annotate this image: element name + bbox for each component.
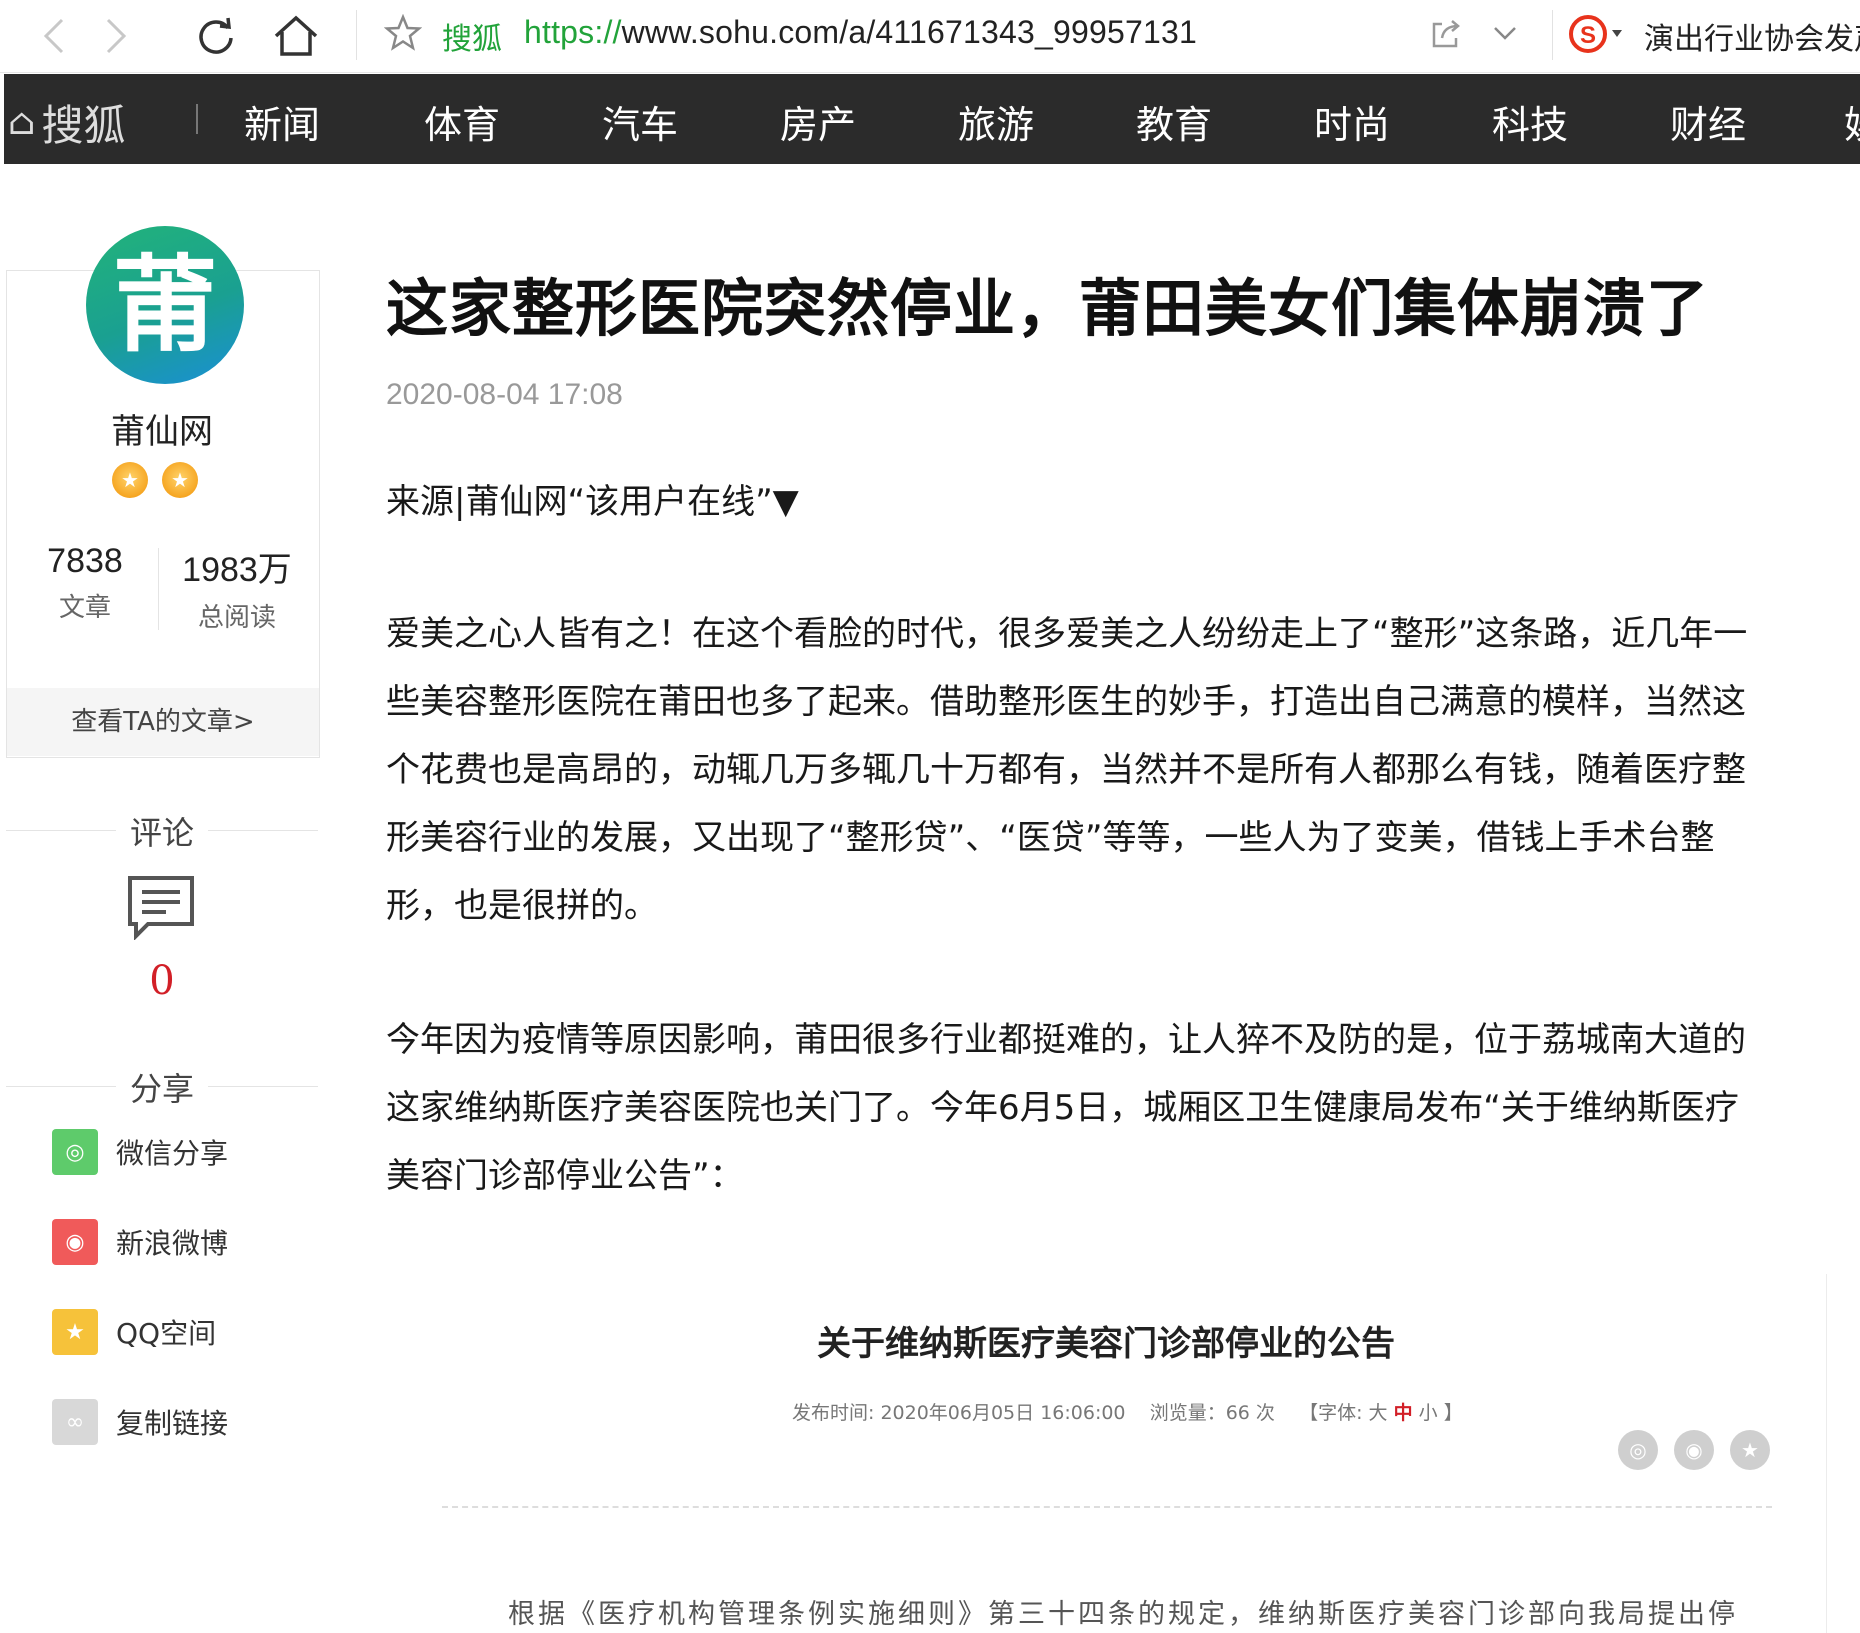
reads-stat: 1983万 总阅读 (162, 542, 312, 634)
article-paragraph-2: 今年因为疫情等原因影响，莆田很多行业都挺难的，让人猝不及防的是，位于荔城南大道的… (386, 1006, 1826, 1210)
stat-divider (158, 548, 159, 630)
notice-publish-time: 发布时间: 2020年06月05日 16:06:00 (792, 1402, 1126, 1424)
paragraph-line: 美容门诊部停业公告”： (386, 1156, 744, 1196)
author-badges: ★ ★ (112, 462, 198, 498)
reads-label: 总阅读 (197, 603, 276, 633)
embedded-notice-image: 关于维纳斯医疗美容门诊部停业的公告 发布时间: 2020年06月05日 16:0… (386, 1274, 1827, 1633)
weibo-icon: ◉ (52, 1219, 98, 1265)
articles-label: 文章 (58, 593, 111, 623)
search-box-text[interactable]: 演出行业协会发声 (1644, 14, 1860, 58)
articles-stat: 7838 文章 (10, 542, 160, 624)
article-title: 这家整形医院突然停业，莆田美女们集体崩溃了 (386, 272, 1710, 345)
notice-wechat-icon: ◎ (1618, 1430, 1658, 1470)
paragraph-line: 这家维纳斯医疗美容医院也关门了。今年6月5日，城厢区卫生健康局发布“关于维纳斯医… (386, 1088, 1739, 1128)
home-outline-icon: ⌂ (8, 102, 36, 143)
reads-count: 1983万 (182, 551, 292, 589)
nav-item-news[interactable]: 新闻 (244, 94, 320, 149)
notice-star-icon: ★ (1730, 1430, 1770, 1470)
paragraph-line: 形美容行业的发展，又出现了“整形贷”、“医贷”等等，一些人为了变美，借钱上手术台… (386, 818, 1715, 858)
nav-item-entertainment[interactable]: 娱 (1844, 94, 1860, 149)
toolbar-divider-2 (1552, 10, 1553, 60)
source-line-text: 来源|莆仙网“该用户在线”▼ (386, 482, 799, 522)
home-icon (274, 15, 318, 56)
nav-item-auto[interactable]: 汽车 (602, 94, 678, 149)
share-copy-link-label: 复制链接 (116, 1407, 229, 1440)
forward-button[interactable] (92, 12, 140, 60)
wechat-icon: ◎ (52, 1129, 98, 1175)
view-author-articles-link[interactable]: 查看TA的文章> (7, 688, 319, 756)
back-button[interactable] (30, 12, 78, 60)
share-qzone[interactable]: ★ QQ空间 (52, 1308, 216, 1356)
logo-text: 搜狐 (41, 101, 126, 150)
share-weibo[interactable]: ◉ 新浪微博 (52, 1218, 228, 1266)
url-text: www.sohu.com/a/411671343_99957131 (621, 14, 1197, 50)
share-page-icon[interactable] (1428, 16, 1464, 52)
address-bar[interactable]: https://www.sohu.com/a/411671343_9995713… (524, 14, 1197, 51)
paragraph-line: 今年因为疫情等原因影响，莆田很多行业都挺难的，让人猝不及防的是，位于荔城南大道的 (386, 1020, 1746, 1060)
share-copy-link[interactable]: ∞ 复制链接 (52, 1398, 228, 1446)
notice-font-prefix: 【字体: (1299, 1402, 1363, 1424)
article-date: 2020-08-04 17:08 (386, 378, 623, 411)
notice-weibo-icon: ◉ (1674, 1430, 1714, 1470)
nav-item-education[interactable]: 教育 (1136, 94, 1212, 149)
toolbar-divider (356, 10, 357, 60)
chevron-down-icon[interactable] (1490, 18, 1520, 48)
bookmark-star-icon[interactable] (384, 14, 422, 52)
forward-arrow-icon (106, 18, 127, 54)
notice-divider (442, 1506, 1772, 1508)
notice-meta: 发布时间: 2020年06月05日 16:06:00 浏览量：66 次 【字体:… (792, 1398, 1463, 1425)
notice-title: 关于维纳斯医疗美容门诊部停业的公告 (817, 1324, 1395, 1364)
reload-button[interactable] (192, 12, 240, 60)
fox-badge-icon: ★ (162, 462, 198, 498)
sohu-logo[interactable]: ⌂ 搜狐 (8, 92, 126, 153)
sogou-search-engine-icon[interactable]: S (1568, 12, 1632, 56)
comment-count[interactable]: 0 (0, 958, 324, 1004)
nav-item-tech[interactable]: 科技 (1492, 94, 1568, 149)
avatar-logo-char: 莆 (112, 244, 217, 366)
article-paragraph-1: 爱美之心人皆有之！在这个看脸的时代，很多爱美之人纷纷走上了“整形”这条路，近几年… (386, 600, 1826, 940)
share-wechat-label: 微信分享 (116, 1137, 229, 1170)
comment-icon[interactable] (126, 874, 196, 940)
nav-item-travel[interactable]: 旅游 (958, 94, 1034, 149)
author-avatar[interactable]: 莆 (86, 226, 244, 384)
nav-item-finance[interactable]: 财经 (1670, 94, 1746, 149)
paragraph-line: 爱美之心人皆有之！在这个看脸的时代，很多爱美之人纷纷走上了“整形”这条路，近几年… (386, 614, 1748, 654)
home-button[interactable] (272, 12, 320, 60)
nav-item-sports[interactable]: 体育 (424, 94, 500, 149)
site-navigation-bar: ⌂ 搜狐 新闻 体育 汽车 房产 旅游 教育 时尚 科技 财经 娱 (4, 74, 1860, 164)
share-weibo-label: 新浪微博 (116, 1227, 229, 1260)
fox-badge-icon: ★ (112, 462, 148, 498)
qzone-star-icon: ★ (52, 1309, 98, 1355)
browser-toolbar: 搜狐 https://www.sohu.com/a/411671343_9995… (0, 0, 1860, 73)
paragraph-line: 形，也是很拼的。 (386, 886, 658, 926)
link-icon: ∞ (52, 1399, 98, 1445)
share-qzone-label: QQ空间 (116, 1317, 217, 1350)
comment-section-title: 评论 (6, 808, 318, 854)
share-wechat[interactable]: ◎ 微信分享 (52, 1128, 228, 1176)
notice-font-small: 小 (1418, 1402, 1438, 1424)
source-line: 来源|莆仙网“该用户在线”▼ (386, 468, 1826, 536)
notice-view-count: 浏览量：66 次 (1149, 1402, 1275, 1424)
notice-body-text: 根据《医疗机构管理条例实施细则》第三十四条的规定，维纳斯医疗美容门诊部向我局提出… (508, 1599, 1738, 1630)
reload-icon (199, 17, 233, 54)
nav-item-realestate[interactable]: 房产 (780, 94, 856, 149)
site-identity-label[interactable]: 搜狐 (442, 14, 502, 58)
nav-divider (196, 104, 198, 134)
articles-count: 7838 (47, 542, 123, 580)
author-name[interactable]: 莆仙网 (0, 404, 324, 453)
share-section-title: 分享 (6, 1064, 318, 1110)
paragraph-line: 个花费也是高昂的，动辄几万多辄几十万都有，当然并不是所有人都那么有钱，随着医疗整 (386, 750, 1746, 790)
notice-font-large: 大 (1368, 1402, 1388, 1424)
notice-font-medium: 中 (1393, 1402, 1413, 1424)
svg-text:S: S (1580, 22, 1596, 49)
paragraph-line: 些美容整形医院在莆田也多了起来。借助整形医生的妙手，打造出自己满意的模样，当然这 (386, 682, 1746, 722)
nav-item-fashion[interactable]: 时尚 (1314, 94, 1390, 149)
back-arrow-icon (43, 18, 64, 54)
url-protocol: https:// (524, 14, 622, 50)
notice-font-suffix: 】 (1443, 1402, 1463, 1424)
